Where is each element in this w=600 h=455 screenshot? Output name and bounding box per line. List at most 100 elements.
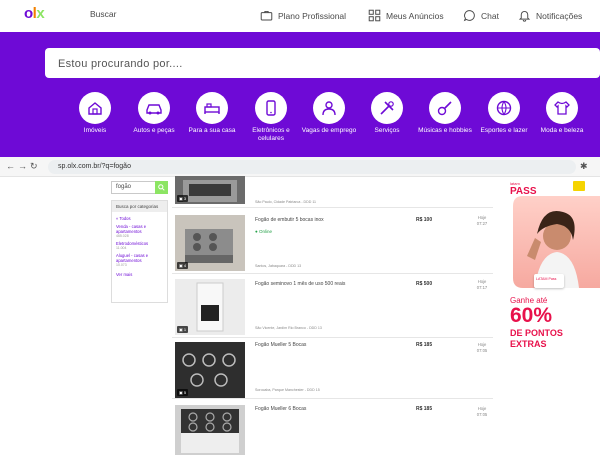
photo-count: ▣ 1 xyxy=(177,326,189,333)
listing-title[interactable]: Fogão seminovo 1 mês de uso 500 reais xyxy=(255,281,345,287)
chat-bubble-icon xyxy=(463,10,475,22)
category-icon-circle xyxy=(429,92,461,124)
bed-icon xyxy=(204,103,220,114)
notificacoes-link[interactable]: Notificações xyxy=(518,9,582,22)
main-search-input[interactable]: Estou procurando por.... xyxy=(45,48,600,78)
category-item[interactable]: Eletrodomésticos xyxy=(112,238,167,246)
chat-label: Chat xyxy=(481,10,499,21)
category-icon-circle xyxy=(546,92,578,124)
listing-location: São Vicente, Jardim Rio Branco - DDD 13 xyxy=(255,326,322,330)
listing-location: Santos, Jabaquara - DDD 13 xyxy=(255,264,302,268)
category-all-link[interactable]: « Todos xyxy=(112,212,167,221)
olx-logo[interactable]: olx xyxy=(24,5,45,22)
ad-line2: DE PONTOS xyxy=(510,328,563,338)
category-item[interactable]: Venda - casas e apartamentos xyxy=(112,221,167,234)
listing-date: Hoje 07:05 xyxy=(476,406,488,417)
category-bed[interactable]: Para a sua casa xyxy=(182,92,242,135)
category-icon-circle xyxy=(255,92,287,124)
phone-icon xyxy=(266,100,276,116)
category-filter-title: Busca por categorias xyxy=(112,201,167,212)
online-badge: ● Online xyxy=(255,229,272,234)
notificacoes-label: Notificações xyxy=(536,10,583,21)
house-icon xyxy=(88,102,102,115)
ball-icon xyxy=(496,100,512,116)
listing-row[interactable]: ▣ 3 São Paulo, Cidade Patriarca - DDD 11 xyxy=(172,150,493,208)
buscar-link[interactable]: Buscar xyxy=(90,9,116,19)
listing-location: São Paulo, Cidade Patriarca - DDD 11 xyxy=(255,200,317,204)
forward-arrow-icon[interactable]: → xyxy=(18,161,27,171)
category-label: Serviços xyxy=(374,127,400,134)
listing-photo[interactable]: ▣ 3 xyxy=(175,176,245,204)
listing-title[interactable]: Fogão Mueller 6 Bocas xyxy=(255,406,306,412)
site-header: olx Buscar Plano Profissional Meus Anúnc… xyxy=(0,0,600,32)
listing-photo[interactable]: ▣ 5 xyxy=(175,342,245,398)
bell-icon xyxy=(518,11,531,22)
ad-card: LATAM Pass xyxy=(534,274,564,288)
listing-date: Hoje 07:17 xyxy=(476,279,488,290)
briefcase-icon xyxy=(260,10,273,21)
category-icon-circle xyxy=(138,92,170,124)
category-filter-box: Busca por categorias « Todos Venda - cas… xyxy=(111,200,168,303)
photo-count: ▣ 3 xyxy=(177,195,189,202)
category-item[interactable]: Aluguel - casas e apartamentos xyxy=(112,250,167,263)
extension-icon[interactable]: ✱ xyxy=(580,161,588,172)
listing-photo[interactable]: ▣ 1 xyxy=(175,279,245,335)
listing-date: Hoje 07:27 xyxy=(476,215,488,226)
shirt-icon xyxy=(554,101,570,115)
meus-anuncios-link[interactable]: Meus Anúncios xyxy=(368,9,444,22)
plano-profissional-link[interactable]: Plano Profissional xyxy=(260,9,346,22)
listing-row[interactable]: Fogão Mueller 6 Bocas R$ 185 Hoje 07:05 xyxy=(172,403,493,455)
category-label: Imóveis xyxy=(83,127,107,134)
category-car[interactable]: Autos e peças xyxy=(124,92,184,135)
query-input[interactable]: fogão xyxy=(111,181,168,194)
category-icon-circle xyxy=(488,92,520,124)
category-guitar[interactable]: Músicas e hobbies xyxy=(415,92,475,135)
ad-big-number: 60% xyxy=(510,304,553,327)
query-text: fogão xyxy=(116,184,132,190)
person-icon xyxy=(322,101,336,116)
category-label: Moda e beleza xyxy=(540,127,584,134)
search-button[interactable] xyxy=(155,181,168,194)
reload-icon[interactable]: ↻ xyxy=(30,161,38,172)
grid-icon xyxy=(368,9,381,22)
category-shirt[interactable]: Moda e beleza xyxy=(532,92,592,135)
ad-line3: EXTRAS xyxy=(510,339,547,349)
category-label: Eletrônicos e celulares xyxy=(252,127,290,142)
listing-row[interactable]: ▣ 4 Fogão de embutir 5 bocas inox ● Onli… xyxy=(172,210,493,274)
latam-pass-ad[interactable]: latam PASS LATAM Pass Ganhe até 60% DE P… xyxy=(501,178,600,455)
tools-icon xyxy=(380,101,394,115)
plano-profissional-label: Plano Profissional xyxy=(278,10,347,21)
category-label: Músicas e hobbies xyxy=(418,127,472,134)
listing-price: R$ 185 xyxy=(416,406,433,412)
ad-choices-icon[interactable] xyxy=(573,181,585,191)
listing-row[interactable]: ▣ 1 Fogão seminovo 1 mês de uso 500 reai… xyxy=(172,274,493,338)
chat-link[interactable]: Chat xyxy=(463,9,499,22)
search-icon xyxy=(158,184,165,191)
category-label: Autos e peças xyxy=(133,127,175,134)
listing-row[interactable]: ▣ 5 Fogão Mueller 5 Bocas R$ 185 Hoje 07… xyxy=(172,339,493,399)
listing-photo[interactable]: ▣ 4 xyxy=(175,215,245,271)
photo-count: ▣ 5 xyxy=(177,389,189,396)
listing-photo[interactable] xyxy=(175,405,245,455)
category-icon-circle xyxy=(196,92,228,124)
category-icon-circle xyxy=(79,92,111,124)
category-icon-circle xyxy=(313,92,345,124)
category-person[interactable]: Vagas de emprego xyxy=(299,92,359,135)
category-ball[interactable]: Esportes e lazer xyxy=(474,92,534,135)
listing-price: R$ 100 xyxy=(416,217,433,223)
photo-count: ▣ 4 xyxy=(177,262,189,269)
listing-price: R$ 185 xyxy=(416,342,433,348)
category-more-link[interactable]: Ver mais xyxy=(112,267,167,277)
category-house[interactable]: Imóveis xyxy=(65,92,125,135)
category-phone[interactable]: Eletrônicos e celulares xyxy=(241,92,301,143)
url-text: sp.olx.com.br/?q=fogão xyxy=(58,163,131,170)
category-label: Para a sua casa xyxy=(188,127,236,134)
category-label: Vagas de emprego xyxy=(301,127,357,134)
listing-title[interactable]: Fogão de embutir 5 bocas inox xyxy=(255,217,324,223)
category-tools[interactable]: Serviços xyxy=(357,92,417,135)
listing-title[interactable]: Fogão Mueller 5 Bocas xyxy=(255,342,306,348)
listing-location: Sorocaba, Parque Manchester - DDD 15 xyxy=(255,388,320,392)
meus-anuncios-label: Meus Anúncios xyxy=(386,10,444,21)
back-arrow-icon[interactable]: ← xyxy=(6,161,15,171)
listing-date: Hoje 07:05 xyxy=(476,342,488,353)
